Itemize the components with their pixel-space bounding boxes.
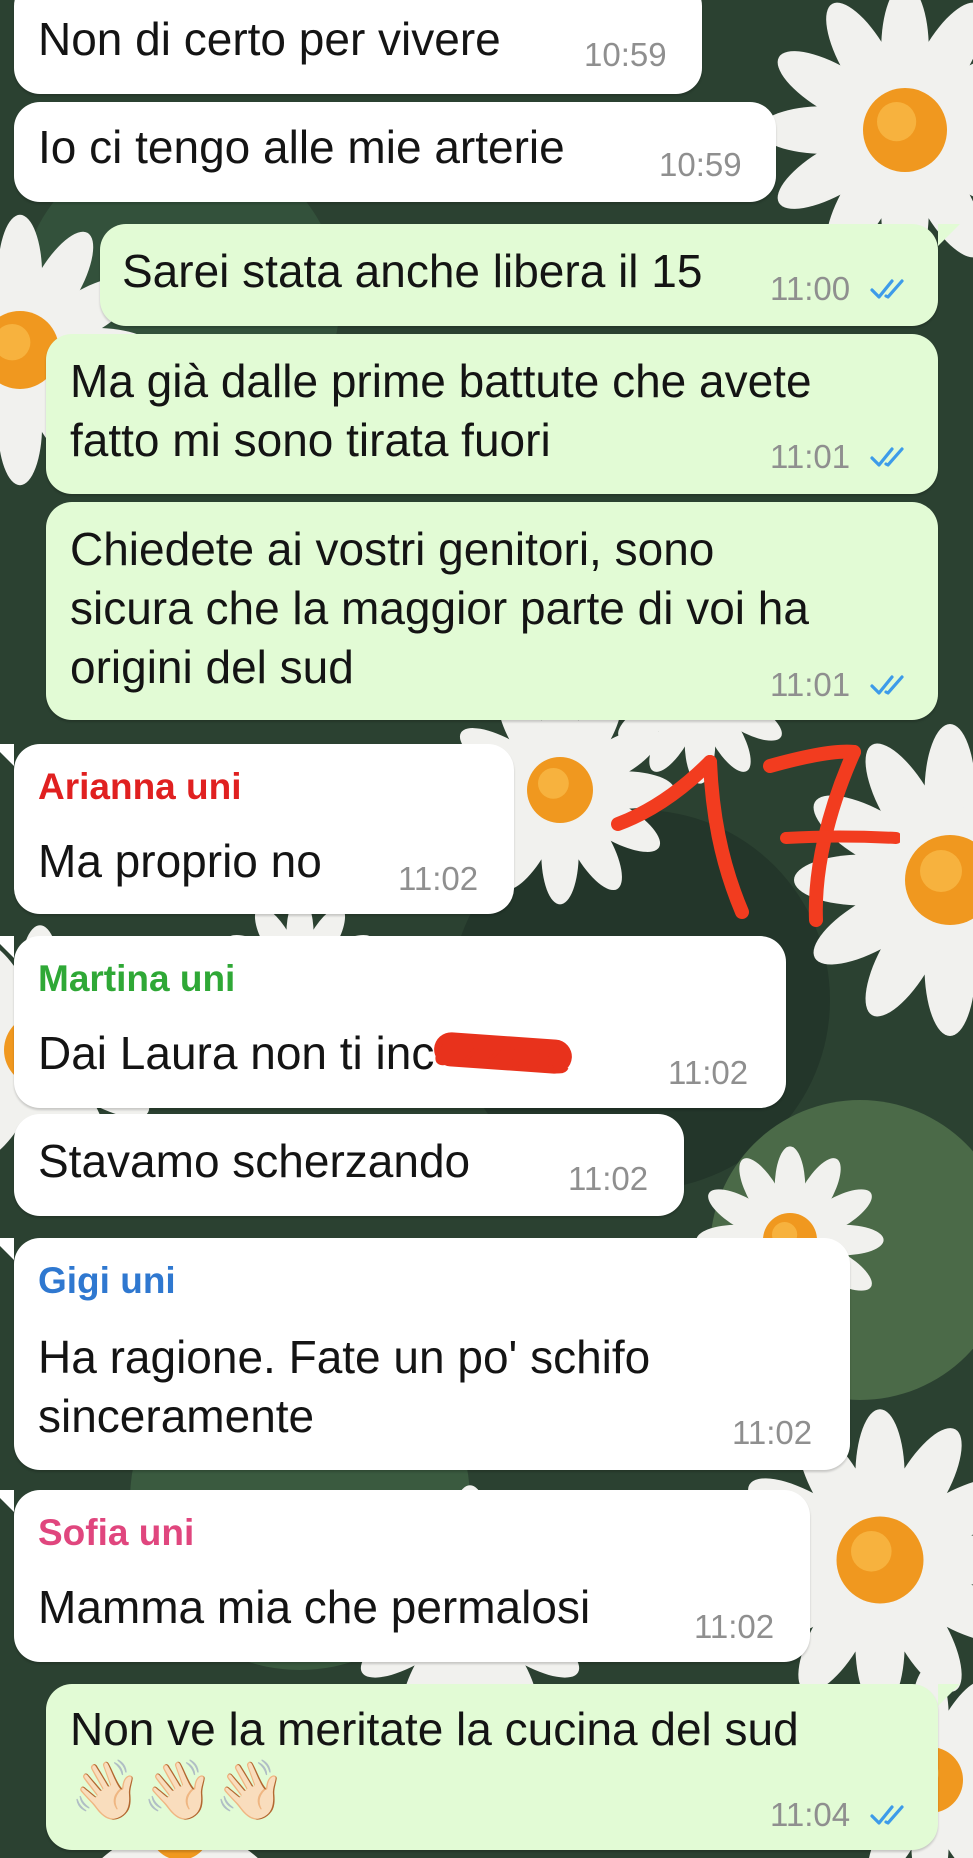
message-bubble-incoming[interactable]: Io ci tengo alle mie arterie 10:59 (14, 102, 776, 202)
message-bubble-incoming[interactable]: Martina uni Dai Laura non ti incazzare 1… (14, 936, 786, 1108)
message-bubble-incoming[interactable]: Non di certo per vivere 10:59 (14, 0, 702, 94)
double-check-icon (870, 447, 904, 467)
message-text-visible: Dai Laura non ti inc (38, 1027, 435, 1079)
message-text: Ma proprio no (38, 835, 322, 887)
message-text: Sarei stata anche libera il 15 (122, 245, 703, 297)
message-text: Stavamo scherzando (38, 1135, 471, 1187)
redacted-text: azzare (432, 1022, 575, 1084)
message-text: Ha ragione. Fate un po' schifo sincerame… (38, 1331, 651, 1442)
sender-name: Gigi uni (38, 1260, 176, 1301)
message-text: Dai Laura non ti incazzare (38, 1022, 575, 1084)
bubble-tail (0, 1490, 14, 1512)
message-text: Mamma mia che permalosi (38, 1581, 591, 1633)
bubble-tail (0, 744, 14, 766)
message-time: 10:59 (584, 36, 667, 73)
message-time: 11:02 (398, 860, 479, 897)
sender-name: Arianna uni (38, 766, 242, 807)
message-time: 11:01 (770, 438, 851, 475)
message-bubble-incoming[interactable]: Stavamo scherzando 11:02 (14, 1114, 684, 1216)
waving-hand-emoji: 👋🏻👋🏻👋🏻 (70, 1758, 287, 1823)
message-time: 11:02 (732, 1414, 813, 1451)
message-bubble-outgoing[interactable]: Ma già dalle prime battute che avete fat… (46, 334, 938, 494)
bubble-tail (938, 224, 960, 246)
message-bubble-outgoing[interactable]: Chiedete ai vostri genitori, sono sicura… (46, 502, 938, 720)
message-text: Io ci tengo alle mie arterie (38, 121, 565, 173)
message-time: 10:59 (659, 146, 742, 183)
message-time: 11:02 (668, 1054, 749, 1091)
message-bubble-outgoing[interactable]: Sarei stata anche libera il 15 11:00 (100, 224, 938, 326)
message-text: Non ve la meritate la cucina del sud (70, 1703, 799, 1755)
double-check-icon (870, 675, 904, 695)
message-text: Ma già dalle prime battute che avete fat… (70, 355, 812, 466)
message-time: 11:00 (770, 270, 851, 307)
message-time: 11:04 (770, 1796, 851, 1833)
bubble-tail (0, 936, 14, 958)
message-bubble-incoming[interactable]: Sofia uni Mamma mia che permalosi 11:02 (14, 1490, 810, 1662)
double-check-icon (870, 279, 904, 299)
double-check-icon (870, 1805, 904, 1825)
message-text: Chiedete ai vostri genitori, sono sicura… (70, 523, 809, 693)
bubble-tail (938, 1684, 960, 1706)
handwritten-17-annotation (611, 744, 900, 927)
message-time: 11:01 (770, 666, 851, 703)
message-bubble-incoming[interactable]: Arianna uni Ma proprio no 11:02 (14, 744, 514, 914)
message-time: 11:02 (694, 1608, 775, 1645)
sender-name: Martina uni (38, 958, 236, 999)
message-bubble-incoming[interactable]: Gigi uni Ha ragione. Fate un po' schifo … (14, 1238, 850, 1470)
sender-name: Sofia uni (38, 1512, 195, 1553)
message-text: Non di certo per vivere (38, 13, 501, 65)
message-time: 11:02 (568, 1160, 649, 1197)
message-bubble-outgoing[interactable]: Non ve la meritate la cucina del sud 👋🏻👋… (46, 1684, 938, 1850)
bubble-tail (0, 1238, 14, 1260)
